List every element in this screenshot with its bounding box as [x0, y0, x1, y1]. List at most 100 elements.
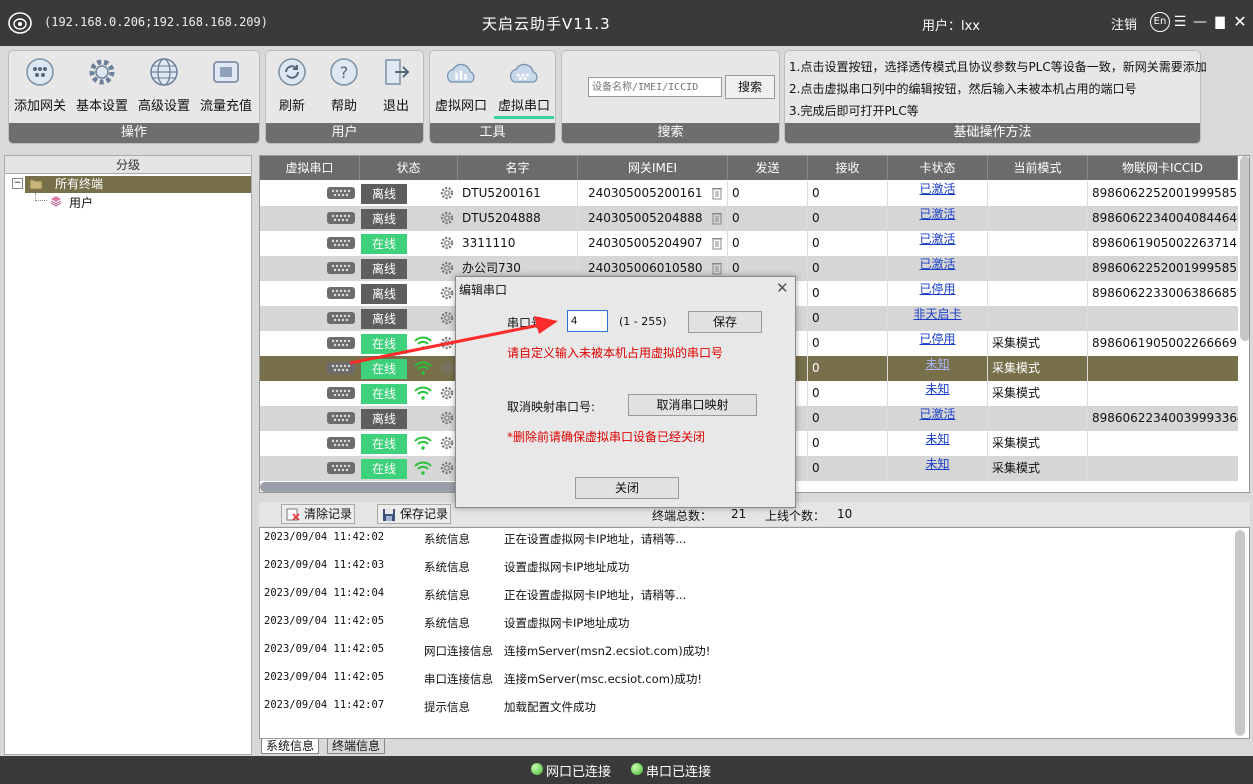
close-window-icon[interactable]: ✕ — [1231, 13, 1249, 31]
card-status-link[interactable]: 已停用 — [888, 331, 988, 356]
card-status-link[interactable]: 未知 — [888, 356, 988, 381]
device-settings-gear-icon[interactable] — [440, 386, 454, 403]
column-header[interactable]: 网关IMEI — [578, 156, 728, 180]
logout-button[interactable]: 注销 — [1111, 14, 1137, 33]
virtual-nic-button[interactable]: 虚拟网口 — [432, 57, 490, 119]
device-settings-gear-icon[interactable] — [440, 436, 454, 453]
virtual-serial-edit-icon[interactable] — [326, 436, 356, 453]
table-vertical-scrollbar[interactable] — [1240, 156, 1249, 341]
table-horizontal-scrollbar[interactable] — [260, 482, 460, 492]
column-header[interactable]: 状态 — [360, 156, 458, 180]
virtual-serial-edit-icon[interactable] — [326, 286, 356, 303]
iccid: 89860619050022637143 — [1092, 236, 1238, 250]
log-type: 系统信息 — [424, 532, 470, 546]
tree-child-user[interactable]: 用户 — [69, 194, 93, 211]
virtual-serial-edit-icon[interactable] — [326, 411, 356, 428]
advanced-settings-button[interactable]: 高级设置 — [135, 57, 193, 119]
card-status-link[interactable]: 未知 — [888, 381, 988, 406]
dialog-close-button[interactable]: 关闭 — [575, 477, 679, 499]
device-settings-gear-icon[interactable] — [440, 461, 454, 478]
port-number-input[interactable] — [567, 310, 608, 332]
virtual-serial-edit-icon[interactable] — [326, 461, 356, 478]
device-settings-gear-icon[interactable] — [440, 236, 454, 253]
help-button[interactable]: ? 帮助 — [318, 57, 370, 119]
card-status-link[interactable]: 未知 — [888, 456, 988, 481]
toolbar-group-tips: 1.点击设置按钮，选择透传模式且协议参数与PLC等设备一致，新网关需要添加 2.… — [784, 50, 1207, 144]
minimize-icon[interactable]: — — [1191, 13, 1209, 31]
virtual-serial-edit-icon[interactable] — [326, 186, 356, 203]
virtual-serial-edit-icon[interactable] — [326, 311, 356, 328]
log-message: 正在设置虚拟网卡IP地址，请稍等... — [504, 588, 687, 602]
exit-button[interactable]: 退出 — [370, 57, 422, 119]
log-type: 提示信息 — [424, 700, 470, 714]
device-settings-gear-icon[interactable] — [440, 286, 454, 303]
tree-connector — [35, 193, 47, 201]
virtual-serial-edit-icon[interactable] — [326, 386, 356, 403]
column-header[interactable]: 虚拟串口 — [260, 156, 360, 180]
device-settings-gear-icon[interactable] — [440, 261, 454, 278]
device-settings-gear-icon[interactable] — [440, 211, 454, 228]
card-status-link[interactable]: 已激活 — [888, 256, 988, 281]
tree-root-all-terminals[interactable]: 所有终端 — [25, 176, 251, 193]
dialog-close-icon[interactable]: ✕ — [776, 279, 789, 297]
column-header[interactable]: 卡状态 — [888, 156, 988, 180]
add-gateway-button[interactable]: 添加网关 — [11, 57, 69, 119]
tab-system-info[interactable]: 系统信息 — [261, 739, 320, 754]
card-status-link[interactable]: 未知 — [888, 431, 988, 456]
refresh-button[interactable]: 刷新 — [266, 57, 318, 119]
virtual-serial-edit-icon[interactable] — [326, 211, 356, 228]
unmap-serial-button[interactable]: 取消串口映射 — [628, 394, 757, 416]
column-header[interactable]: 名字 — [458, 156, 578, 180]
help-icon: ? — [330, 58, 358, 86]
log-type: 串口连接信息 — [424, 672, 493, 686]
virtual-serial-edit-icon[interactable] — [326, 336, 356, 353]
card-status-link[interactable]: 已激活 — [888, 206, 988, 231]
card-status-link[interactable]: 已激活 — [888, 406, 988, 431]
column-header[interactable]: 发送 — [728, 156, 808, 180]
log-vertical-scrollbar[interactable] — [1235, 530, 1245, 736]
tab-terminal-info[interactable]: 终端信息 — [327, 739, 386, 754]
device-settings-gear-icon[interactable] — [440, 311, 454, 328]
current-mode — [992, 281, 1088, 306]
table-row[interactable]: 离线 DTU5204888 240305005204888 0 0 已激活 89860622… — [260, 206, 1238, 231]
floppy-save-icon — [383, 509, 395, 521]
device-settings-gear-icon[interactable] — [440, 336, 454, 353]
save-port-button[interactable]: 保存 — [688, 311, 762, 333]
traffic-recharge-button[interactable]: 流量充值 — [197, 57, 255, 119]
column-header[interactable]: 物联网卡ICCID — [1088, 156, 1238, 180]
device-settings-gear-icon[interactable] — [440, 411, 454, 428]
iccid: 89860622520019995857 — [1092, 186, 1238, 200]
delete-trash-icon[interactable] — [711, 211, 723, 228]
device-settings-gear-icon[interactable] — [440, 186, 454, 203]
tree-collapse-icon[interactable]: − — [12, 178, 23, 189]
clear-log-button[interactable]: 清除记录 — [281, 504, 355, 524]
card-status-link[interactable]: 已停用 — [888, 281, 988, 306]
card-status-link[interactable]: 已激活 — [888, 231, 988, 256]
total-terminals-value: 21 — [731, 507, 747, 521]
delete-trash-icon[interactable] — [711, 236, 723, 253]
virtual-serial-button[interactable]: 虚拟串口 — [494, 57, 554, 119]
table-row[interactable]: 在线 3311110 240305005204907 0 0 已激活 89860619050… — [260, 231, 1238, 256]
language-toggle[interactable]: En — [1150, 12, 1170, 32]
virtual-serial-edit-icon[interactable] — [326, 261, 356, 278]
device-settings-gear-icon[interactable] — [440, 361, 454, 378]
card-status-link[interactable]: 已激活 — [888, 181, 988, 206]
gateway-imei: 240305005200161 — [588, 181, 728, 206]
virtual-serial-edit-icon[interactable] — [326, 361, 356, 378]
search-button[interactable]: 搜索 — [725, 75, 775, 99]
virtual-serial-edit-icon[interactable] — [326, 236, 356, 253]
menu-icon[interactable]: ☰ — [1171, 13, 1189, 31]
table-row[interactable]: 离线 DTU5200161 240305005200161 0 0 已激活 89860622… — [260, 181, 1238, 206]
save-log-button[interactable]: 保存记录 — [377, 504, 451, 524]
add-gateway-label: 添加网关 — [13, 99, 66, 114]
card-status-link[interactable]: 非天启卡 — [888, 306, 988, 331]
column-header[interactable]: 接收 — [808, 156, 888, 180]
delete-trash-icon[interactable] — [711, 186, 723, 203]
column-header[interactable]: 当前模式 — [988, 156, 1088, 180]
device-tree-panel: 分级 − 所有终端 用户 — [4, 155, 252, 755]
basic-settings-button[interactable]: 基本设置 — [73, 57, 131, 119]
search-input[interactable] — [588, 77, 722, 97]
user-group-icon — [50, 196, 62, 207]
maximize-icon[interactable]: ▇ — [1211, 13, 1229, 31]
toolbar-group-tools: 虚拟网口 虚拟串口 工具 — [429, 50, 556, 144]
